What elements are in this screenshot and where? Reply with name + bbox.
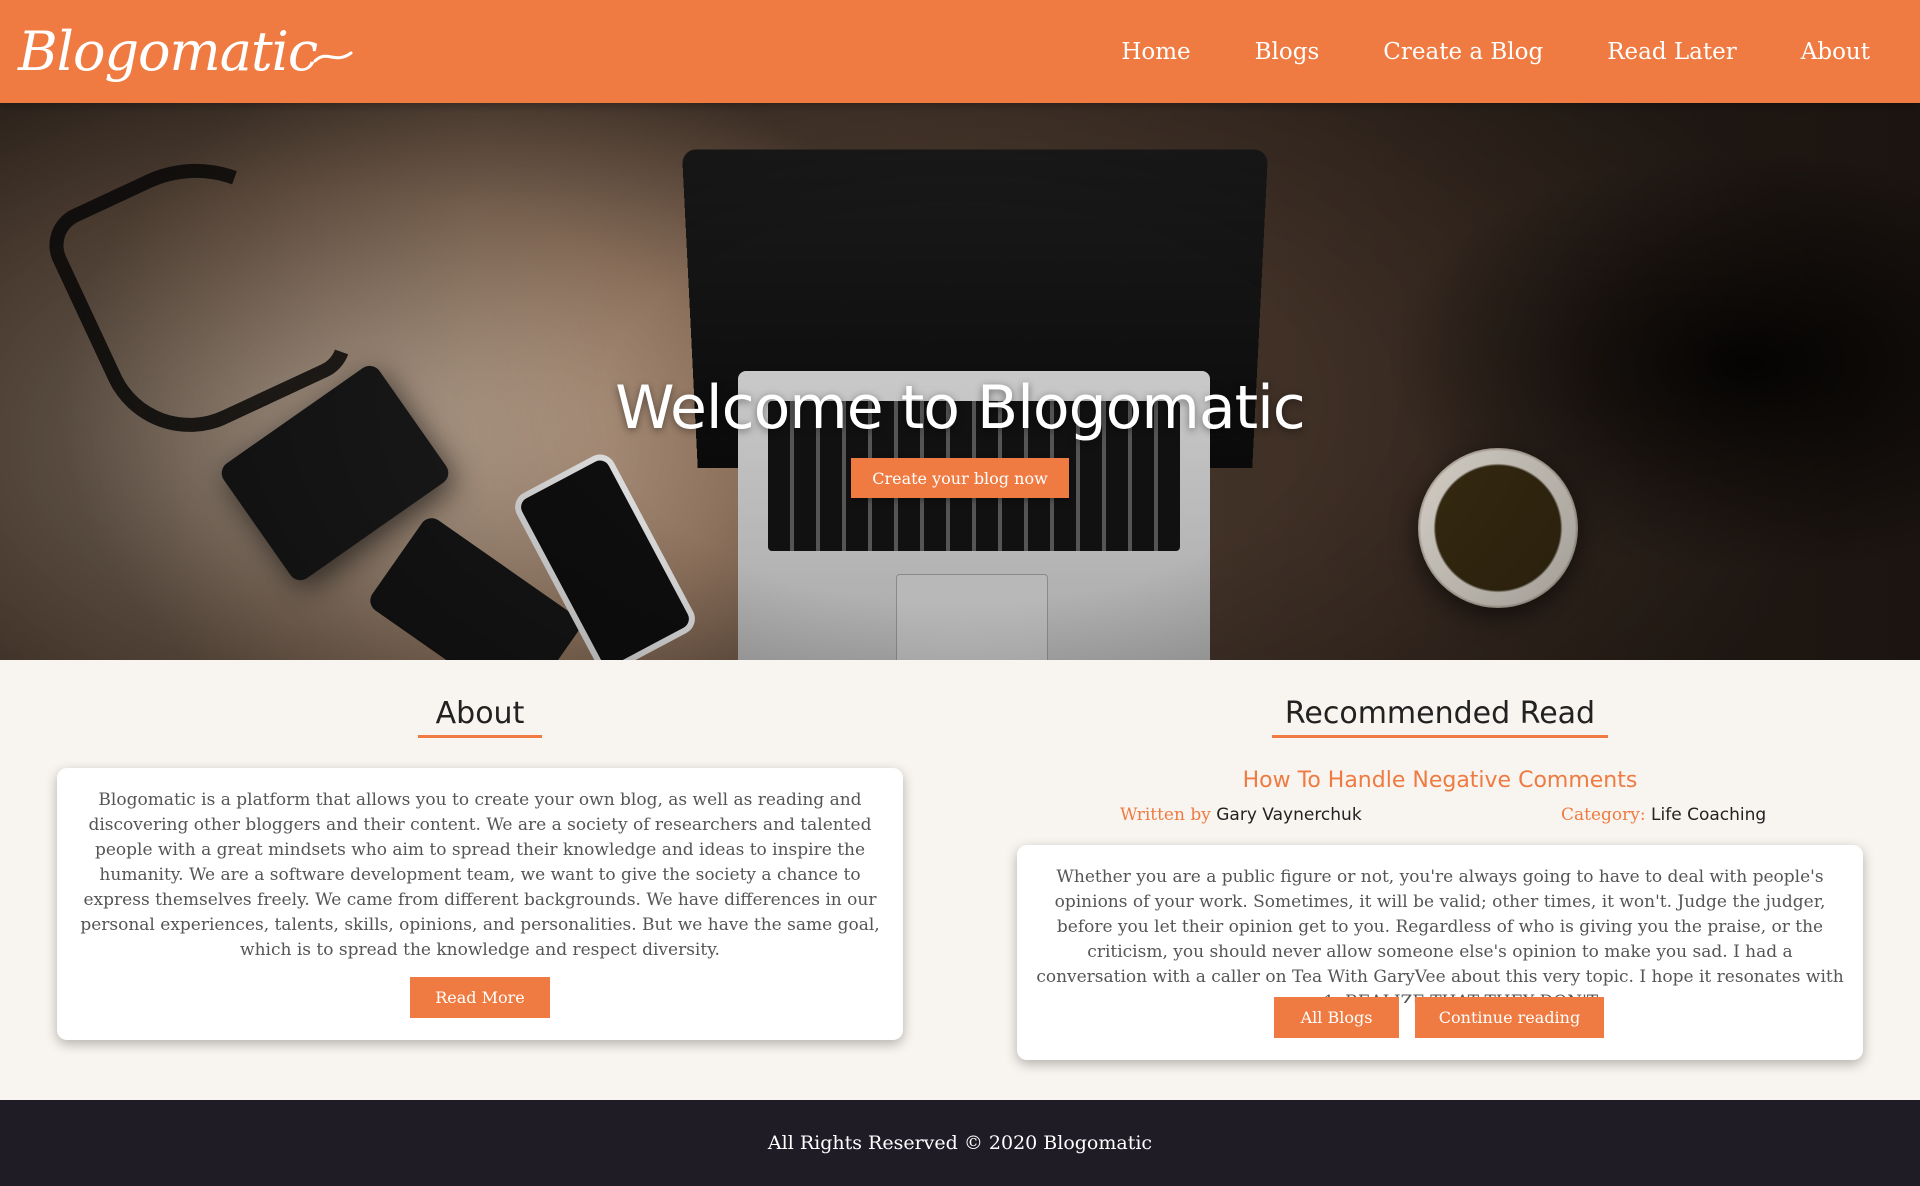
hero-banner: Welcome to Blogomatic Create your blog n…	[0, 103, 1920, 660]
continue-reading-button[interactable]: Continue reading	[1415, 997, 1604, 1038]
about-heading: About	[0, 696, 960, 738]
nav-about[interactable]: About	[1769, 39, 1882, 65]
post-category-value: Life Coaching	[1651, 805, 1767, 825]
recommended-card: Whether you are a public figure or not, …	[1017, 845, 1863, 1060]
post-author-value: Gary Vaynerchuk	[1216, 805, 1362, 825]
recommended-excerpt: Whether you are a public figure or not, …	[1036, 867, 1844, 1003]
nav-read-later[interactable]: Read Later	[1575, 39, 1769, 65]
post-category: Category: Life Coaching	[1561, 805, 1766, 825]
navbar: Blogomatic Home Blogs Create a Blog Read…	[0, 0, 1920, 103]
create-blog-button[interactable]: Create your blog now	[851, 458, 1069, 498]
footer: All Rights Reserved © 2020 Blogomatic	[0, 1100, 1920, 1186]
logo[interactable]: Blogomatic	[18, 20, 353, 83]
nav-create-blog[interactable]: Create a Blog	[1351, 39, 1575, 65]
nav-home[interactable]: Home	[1089, 39, 1222, 65]
recommended-excerpt-clip: Whether you are a public figure or not, …	[1033, 865, 1847, 1003]
about-card: Blogomatic is a platform that allows you…	[57, 768, 903, 1040]
all-blogs-button[interactable]: All Blogs	[1274, 997, 1399, 1038]
recommended-heading-text: Recommended Read	[1284, 696, 1596, 731]
post-author: Written by Gary Vaynerchuk	[1120, 805, 1362, 825]
recommended-post-title[interactable]: How To Handle Negative Comments	[960, 768, 1920, 793]
recommended-heading: Recommended Read	[960, 696, 1920, 738]
footer-text: All Rights Reserved © 2020 Blogomatic	[767, 1132, 1153, 1154]
logo-text: Blogomatic	[18, 20, 318, 83]
read-more-button[interactable]: Read More	[410, 977, 550, 1018]
about-heading-text: About	[435, 696, 525, 731]
post-category-key: Category:	[1561, 805, 1646, 825]
logo-swash-icon	[313, 51, 353, 63]
about-text: Blogomatic is a platform that allows you…	[80, 790, 880, 960]
recommended-heading-underline	[1272, 735, 1608, 738]
post-author-key: Written by	[1120, 805, 1211, 825]
nav-blogs[interactable]: Blogs	[1223, 39, 1352, 65]
about-heading-underline	[418, 735, 542, 738]
hero-title: Welcome to Blogomatic	[615, 373, 1306, 443]
main-nav: Home Blogs Create a Blog Read Later Abou…	[1089, 39, 1882, 65]
